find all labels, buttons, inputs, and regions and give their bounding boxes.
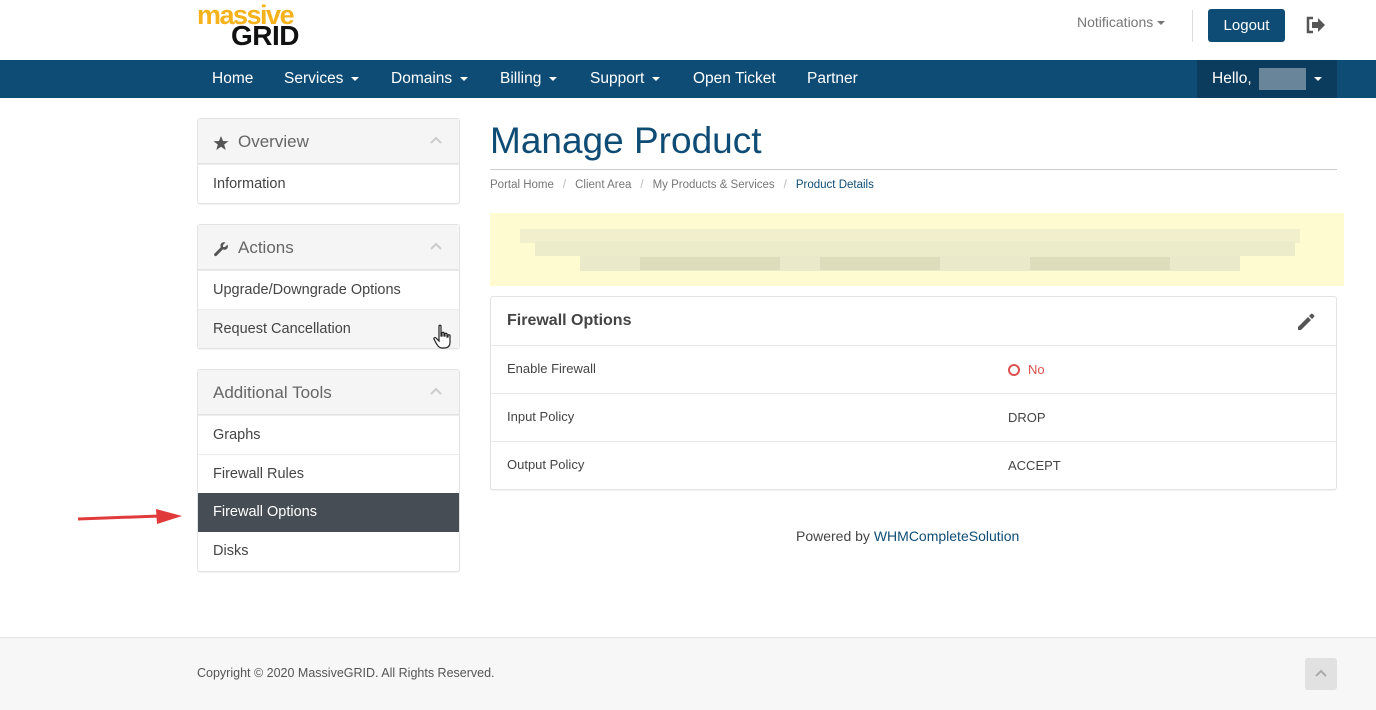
nav-partner-label: Partner: [807, 70, 858, 87]
breadcrumb: Portal Home / Client Area / My Products & Se…: [490, 179, 874, 191]
nav-domains-label: Domains: [391, 70, 453, 87]
nav-home-label: Home: [212, 70, 254, 87]
row-label: Output Policy: [507, 457, 585, 472]
whmcs-link[interactable]: WHMCompleteSolution: [874, 528, 1020, 544]
table-row: Output Policy ACCEPT: [491, 442, 1336, 490]
sidebar-item-disks[interactable]: Disks: [198, 532, 459, 571]
card-title: Firewall Options: [507, 312, 632, 329]
firewall-options-card: Firewall Options Enable Firewall No Inpu…: [490, 296, 1337, 490]
title-divider: [490, 169, 1337, 170]
sign-out-icon[interactable]: [1305, 15, 1327, 35]
hello-label: Hello,: [1212, 70, 1252, 87]
overview-title: Overview: [238, 132, 309, 151]
sidebar-item-firewall-options[interactable]: Firewall Options: [198, 493, 459, 532]
actions-title: Actions: [238, 238, 294, 257]
card-header: Firewall Options: [491, 297, 1336, 346]
caret-down-icon: [652, 76, 661, 81]
caret-down-icon: [1157, 21, 1166, 26]
account-dropdown[interactable]: Hello,: [1197, 60, 1337, 98]
copyright-text: Copyright © 2020 MassiveGRID. All Rights…: [197, 666, 495, 680]
wrench-icon: [214, 242, 228, 257]
header-divider: [1192, 10, 1193, 42]
additional-tools-panel: Additional Tools Graphs Firewall Rules F…: [197, 369, 460, 572]
breadcrumb-separator: /: [640, 179, 644, 191]
caret-down-icon: [460, 76, 469, 81]
breadcrumb-client-area[interactable]: Client Area: [575, 179, 631, 191]
breadcrumb-my-products[interactable]: My Products & Services: [653, 179, 775, 191]
main-nav: Home Services Domains Billing Support Op…: [0, 60, 1376, 98]
logout-button[interactable]: Logout: [1208, 9, 1285, 42]
breadcrumb-separator: /: [783, 179, 787, 191]
back-to-top-button[interactable]: [1305, 658, 1337, 690]
actions-panel-header[interactable]: Actions: [198, 225, 459, 270]
caret-down-icon: [549, 76, 558, 81]
additional-tools-title: Additional Tools: [213, 383, 332, 402]
row-label: Enable Firewall: [507, 361, 596, 376]
chevron-up-icon[interactable]: [430, 136, 442, 144]
star-icon: [213, 136, 229, 150]
nav-partner[interactable]: Partner: [807, 60, 858, 98]
logo-grid: GRID: [231, 20, 300, 51]
breadcrumb-product-details: Product Details: [795, 179, 874, 191]
overview-panel: Overview Information: [197, 118, 460, 204]
chevron-up-icon: [1315, 669, 1327, 677]
overview-panel-header[interactable]: Overview: [198, 119, 459, 164]
hand-cursor-icon: [433, 324, 451, 349]
breadcrumb-portal-home[interactable]: Portal Home: [490, 179, 554, 191]
sidebar-item-upgrade-downgrade[interactable]: Upgrade/Downgrade Options: [198, 270, 459, 309]
sidebar-item-graphs[interactable]: Graphs: [198, 415, 459, 454]
row-label: Input Policy: [507, 409, 575, 424]
redacted-username: [1259, 68, 1306, 90]
nav-home[interactable]: Home: [212, 60, 253, 98]
table-row: Input Policy DROP: [491, 394, 1336, 442]
nav-services[interactable]: Services: [284, 60, 360, 98]
nav-services-label: Services: [284, 70, 344, 87]
caret-down-icon: [351, 76, 360, 81]
sidebar-item-information[interactable]: Information: [198, 164, 459, 203]
sidebar-item-firewall-rules[interactable]: Firewall Rules: [198, 454, 459, 493]
chevron-up-icon[interactable]: [430, 242, 442, 250]
page-footer: Copyright © 2020 MassiveGRID. All Rights…: [0, 637, 1376, 710]
sidebar-item-request-cancellation[interactable]: Request Cancellation: [198, 309, 459, 348]
status-off-icon: [1008, 364, 1020, 376]
powered-by-prefix: Powered by: [796, 528, 870, 544]
annotation-arrow-icon: [77, 509, 182, 524]
nav-billing[interactable]: Billing: [500, 60, 558, 98]
pencil-edit-icon[interactable]: [1295, 311, 1317, 333]
nav-open-ticket-label: Open Ticket: [693, 70, 776, 87]
page-title: Manage Product: [490, 120, 762, 161]
redacted-notice: [490, 213, 1344, 286]
table-row: Enable Firewall No: [491, 346, 1336, 394]
nav-billing-label: Billing: [500, 70, 542, 87]
breadcrumb-separator: /: [562, 179, 567, 191]
powered-by: Powered by WHMCompleteSolution: [796, 528, 1019, 544]
nav-support[interactable]: Support: [590, 60, 661, 98]
row-value: ACCEPT: [1008, 458, 1061, 473]
actions-panel: Actions Upgrade/Downgrade Options Reques…: [197, 224, 460, 349]
nav-domains[interactable]: Domains: [391, 60, 469, 98]
top-header: massive GRID Notifications Logout: [0, 0, 1376, 60]
massivegrid-logo[interactable]: massive GRID: [197, 0, 312, 52]
notifications-dropdown[interactable]: Notifications: [1077, 14, 1166, 30]
caret-down-icon: [1314, 77, 1322, 81]
notifications-label: Notifications: [1077, 14, 1154, 30]
nav-open-ticket[interactable]: Open Ticket: [693, 60, 776, 98]
row-value: DROP: [1008, 410, 1046, 425]
row-value: No: [1028, 362, 1045, 377]
additional-tools-panel-header[interactable]: Additional Tools: [198, 370, 459, 415]
chevron-up-icon[interactable]: [430, 387, 442, 395]
nav-support-label: Support: [590, 70, 645, 87]
